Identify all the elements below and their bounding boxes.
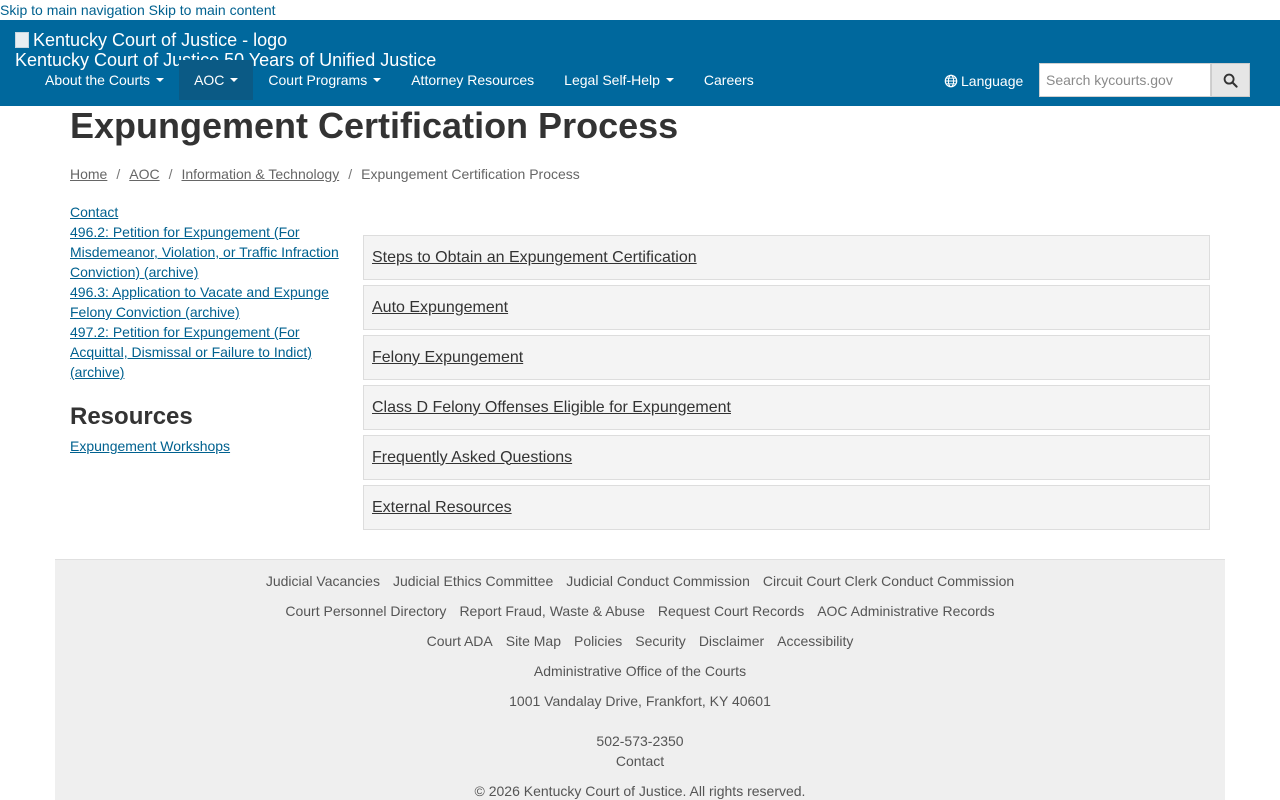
footer-links-row: Court ADA Site Map Policies Security Dis…: [55, 633, 1225, 649]
sidebar-link-form-497-2[interactable]: 497.2: Petition for Expungement (For Acq…: [70, 322, 340, 382]
footer-phone[interactable]: 502-573-2350: [55, 733, 1225, 749]
footer-link[interactable]: Policies: [574, 633, 622, 649]
nav-about-the-courts[interactable]: About the Courts: [30, 60, 179, 100]
footer-link[interactable]: Judicial Ethics Committee: [393, 573, 553, 589]
breadcrumb: Home / AOC / Information & Technology / …: [70, 166, 580, 182]
footer-link[interactable]: Court ADA: [427, 633, 493, 649]
nav-label: Court Programs: [268, 72, 368, 88]
accordion-toggle[interactable]: Class D Felony Offenses Eligible for Exp…: [372, 399, 731, 417]
nav-label: About the Courts: [45, 72, 151, 88]
caret-down-icon: [665, 78, 674, 82]
breadcrumb-separator: /: [168, 166, 173, 182]
language-selector[interactable]: Language: [944, 73, 1023, 89]
footer-link[interactable]: Disclaimer: [699, 633, 764, 649]
breadcrumb-separator: /: [348, 166, 353, 182]
sidebar-link-contact[interactable]: Contact: [70, 202, 340, 222]
footer-link[interactable]: Report Fraud, Waste & Abuse: [459, 603, 644, 619]
footer-address: 1001 Vandalay Drive, Frankfort, KY 40601: [509, 693, 771, 709]
accordion-item-steps[interactable]: Steps to Obtain an Expungement Certifica…: [363, 235, 1210, 280]
sidebar-link-form-496-3[interactable]: 496.3: Application to Vacate and Expunge…: [70, 282, 340, 322]
footer-link[interactable]: Court Personnel Directory: [285, 603, 446, 619]
footer-org-name: Administrative Office of the Courts: [533, 663, 747, 679]
nav-legal-self-help[interactable]: Legal Self-Help: [549, 60, 689, 100]
footer-link[interactable]: Request Court Records: [658, 603, 804, 619]
caret-down-icon: [156, 78, 165, 82]
site-header: Kentucky Court of Justice - logo Kentuck…: [0, 20, 1280, 106]
nav-label: AOC: [194, 72, 225, 88]
footer-link[interactable]: Accessibility: [777, 633, 853, 649]
skip-links: Skip to main navigation Skip to main con…: [0, 0, 1280, 20]
footer-link[interactable]: Judicial Vacancies: [266, 573, 380, 589]
accordion-toggle[interactable]: Auto Expungement: [372, 299, 508, 317]
page-title: Expungement Certification Process: [70, 105, 679, 146]
accordion: Steps to Obtain an Expungement Certifica…: [363, 235, 1210, 535]
accordion-toggle[interactable]: External Resources: [372, 499, 512, 517]
footer-link[interactable]: Security: [635, 633, 686, 649]
nav-label: Legal Self-Help: [564, 72, 660, 88]
footer-links-row: Judicial Vacancies Judicial Ethics Commi…: [55, 573, 1225, 589]
sidebar-link-form-496-2[interactable]: 496.2: Petition for Expungement (For Mis…: [70, 222, 340, 282]
sidebar-link-expungement-workshops[interactable]: Expungement Workshops: [70, 436, 340, 456]
logo-alt-text: Kentucky Court of Justice - logo: [33, 30, 288, 50]
skip-to-navigation-link[interactable]: Skip to main navigation: [0, 2, 145, 18]
footer-links-row: Court Personnel Directory Report Fraud, …: [55, 603, 1225, 619]
breadcrumb-home[interactable]: Home: [70, 166, 107, 182]
search-button[interactable]: [1211, 63, 1250, 97]
breadcrumb-current: Expungement Certification Process: [361, 166, 580, 182]
broken-image-icon: [15, 32, 29, 48]
caret-down-icon: [230, 78, 239, 82]
accordion-item-external-resources[interactable]: External Resources: [363, 485, 1210, 530]
accordion-item-class-d-felony[interactable]: Class D Felony Offenses Eligible for Exp…: [363, 385, 1210, 430]
accordion-item-faq[interactable]: Frequently Asked Questions: [363, 435, 1210, 480]
main-navigation: About the Courts AOC Court Programs Atto…: [30, 60, 769, 100]
skip-to-content-link[interactable]: Skip to main content: [149, 2, 276, 18]
accordion-toggle[interactable]: Felony Expungement: [372, 349, 523, 367]
sidebar: Contact 496.2: Petition for Expungement …: [70, 202, 340, 456]
footer-contact[interactable]: Contact: [55, 753, 1225, 769]
nav-aoc[interactable]: AOC: [179, 60, 254, 100]
nav-label: Attorney Resources: [411, 72, 535, 88]
search-icon: [1223, 73, 1238, 88]
site-logo[interactable]: Kentucky Court of Justice - logo: [15, 30, 287, 50]
footer-link[interactable]: Circuit Court Clerk Conduct Commission: [763, 573, 1014, 589]
nav-label: Careers: [703, 72, 754, 88]
breadcrumb-aoc[interactable]: AOC: [129, 166, 159, 182]
breadcrumb-separator: /: [116, 166, 121, 182]
footer-copyright: © 2026 Kentucky Court of Justice. All ri…: [474, 783, 806, 799]
nav-careers[interactable]: Careers: [689, 60, 769, 100]
accordion-item-felony-expungement[interactable]: Felony Expungement: [363, 335, 1210, 380]
nav-attorney-resources[interactable]: Attorney Resources: [396, 60, 549, 100]
nav-court-programs[interactable]: Court Programs: [253, 60, 396, 100]
search-input[interactable]: [1039, 63, 1211, 97]
accordion-toggle[interactable]: Frequently Asked Questions: [372, 449, 572, 467]
accordion-item-auto-expungement[interactable]: Auto Expungement: [363, 285, 1210, 330]
resources-heading: Resources: [70, 403, 193, 430]
language-label: Language: [961, 73, 1024, 89]
breadcrumb-information-technology[interactable]: Information & Technology: [181, 166, 339, 182]
globe-icon: [944, 74, 958, 88]
accordion-toggle[interactable]: Steps to Obtain an Expungement Certifica…: [372, 249, 697, 267]
footer-link[interactable]: AOC Administrative Records: [817, 603, 994, 619]
footer-link[interactable]: Judicial Conduct Commission: [566, 573, 750, 589]
footer-link[interactable]: Site Map: [506, 633, 561, 649]
site-footer: Judicial Vacancies Judicial Ethics Commi…: [55, 559, 1225, 800]
caret-down-icon: [373, 78, 382, 82]
